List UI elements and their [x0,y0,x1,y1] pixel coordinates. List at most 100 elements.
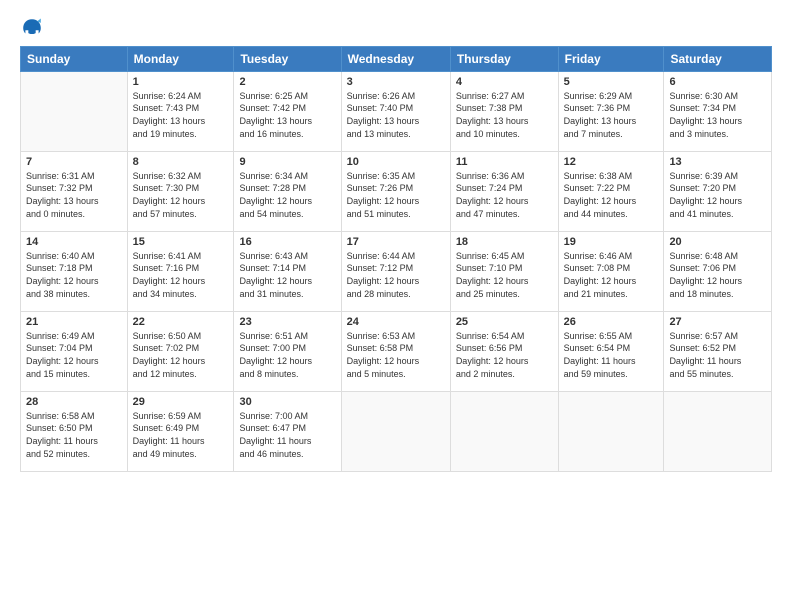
day-number: 6 [669,76,766,88]
calendar-day-cell: 23 Sunrise: 6:51 AM Sunset: 7:00 PM Dayli… [234,311,341,391]
calendar-day-cell: 22 Sunrise: 6:50 AM Sunset: 7:02 PM Dayli… [127,311,234,391]
day-info: Sunrise: 6:53 AM Sunset: 6:58 PM Dayligh… [347,330,445,380]
calendar-header-row: SundayMondayTuesdayWednesdayThursdayFrid… [21,46,772,71]
day-number: 12 [564,156,659,168]
day-info: Sunrise: 6:45 AM Sunset: 7:10 PM Dayligh… [456,250,553,300]
header [20,16,772,36]
day-info: Sunrise: 6:55 AM Sunset: 6:54 PM Dayligh… [564,330,659,380]
day-number: 27 [669,316,766,328]
day-info: Sunrise: 6:46 AM Sunset: 7:08 PM Dayligh… [564,250,659,300]
calendar-day-cell: 27 Sunrise: 6:57 AM Sunset: 6:52 PM Dayli… [664,311,772,391]
day-number: 20 [669,236,766,248]
calendar-day-cell: 16 Sunrise: 6:43 AM Sunset: 7:14 PM Dayli… [234,231,341,311]
day-number: 16 [239,236,335,248]
day-of-week-header: Friday [558,46,664,71]
day-info: Sunrise: 6:41 AM Sunset: 7:16 PM Dayligh… [133,250,229,300]
day-number: 8 [133,156,229,168]
day-number: 29 [133,396,229,408]
calendar-day-cell: 15 Sunrise: 6:41 AM Sunset: 7:16 PM Dayli… [127,231,234,311]
day-info: Sunrise: 6:51 AM Sunset: 7:00 PM Dayligh… [239,330,335,380]
day-number: 2 [239,76,335,88]
calendar-table: SundayMondayTuesdayWednesdayThursdayFrid… [20,46,772,472]
day-number: 19 [564,236,659,248]
day-number: 10 [347,156,445,168]
calendar-week-row: 28 Sunrise: 6:58 AM Sunset: 6:50 PM Dayli… [21,391,772,471]
day-number: 28 [26,396,122,408]
calendar-day-cell: 30 Sunrise: 7:00 AM Sunset: 6:47 PM Dayli… [234,391,341,471]
day-number: 23 [239,316,335,328]
day-of-week-header: Saturday [664,46,772,71]
day-of-week-header: Sunday [21,46,128,71]
calendar-day-cell: 9Sunrise: 6:34 AM Sunset: 7:28 PM Daylig… [234,151,341,231]
day-number: 5 [564,76,659,88]
day-info: Sunrise: 6:57 AM Sunset: 6:52 PM Dayligh… [669,330,766,380]
calendar-day-cell: 20 Sunrise: 6:48 AM Sunset: 7:06 PM Dayli… [664,231,772,311]
day-info: Sunrise: 6:36 AM Sunset: 7:24 PM Dayligh… [456,170,553,220]
day-of-week-header: Tuesday [234,46,341,71]
calendar-day-cell: 6 Sunrise: 6:30 AM Sunset: 7:34 PM Daylig… [664,71,772,151]
day-of-week-header: Wednesday [341,46,450,71]
day-number: 7 [26,156,122,168]
calendar-day-cell: 8 Sunrise: 6:32 AM Sunset: 7:30 PM Daylig… [127,151,234,231]
calendar-day-cell: 10 Sunrise: 6:35 AM Sunset: 7:26 PM Dayli… [341,151,450,231]
day-info: Sunrise: 6:38 AM Sunset: 7:22 PM Dayligh… [564,170,659,220]
day-info: Sunrise: 6:48 AM Sunset: 7:06 PM Dayligh… [669,250,766,300]
calendar-day-cell: 24 Sunrise: 6:53 AM Sunset: 6:58 PM Dayli… [341,311,450,391]
calendar-day-cell [664,391,772,471]
calendar-day-cell: 18 Sunrise: 6:45 AM Sunset: 7:10 PM Dayli… [450,231,558,311]
calendar-day-cell: 1 Sunrise: 6:24 AM Sunset: 7:43 PM Daylig… [127,71,234,151]
calendar-day-cell: 7Sunrise: 6:31 AM Sunset: 7:32 PM Daylig… [21,151,128,231]
calendar-day-cell: 3Sunrise: 6:26 AM Sunset: 7:40 PM Daylig… [341,71,450,151]
day-number: 17 [347,236,445,248]
calendar-day-cell: 17Sunrise: 6:44 AM Sunset: 7:12 PM Dayli… [341,231,450,311]
page: SundayMondayTuesdayWednesdayThursdayFrid… [0,0,792,612]
calendar-day-cell: 13 Sunrise: 6:39 AM Sunset: 7:20 PM Dayli… [664,151,772,231]
day-number: 1 [133,76,229,88]
day-number: 21 [26,316,122,328]
day-info: Sunrise: 6:49 AM Sunset: 7:04 PM Dayligh… [26,330,122,380]
day-info: Sunrise: 6:27 AM Sunset: 7:38 PM Dayligh… [456,90,553,140]
calendar-day-cell [450,391,558,471]
day-info: Sunrise: 6:39 AM Sunset: 7:20 PM Dayligh… [669,170,766,220]
day-number: 18 [456,236,553,248]
day-info: Sunrise: 6:58 AM Sunset: 6:50 PM Dayligh… [26,410,122,460]
calendar-week-row: 1 Sunrise: 6:24 AM Sunset: 7:43 PM Daylig… [21,71,772,151]
calendar-day-cell: 5Sunrise: 6:29 AM Sunset: 7:36 PM Daylig… [558,71,664,151]
day-info: Sunrise: 6:30 AM Sunset: 7:34 PM Dayligh… [669,90,766,140]
calendar-day-cell: 12 Sunrise: 6:38 AM Sunset: 7:22 PM Dayli… [558,151,664,231]
day-info: Sunrise: 7:00 AM Sunset: 6:47 PM Dayligh… [239,410,335,460]
day-of-week-header: Thursday [450,46,558,71]
day-info: Sunrise: 6:24 AM Sunset: 7:43 PM Dayligh… [133,90,229,140]
logo [20,16,45,36]
day-number: 3 [347,76,445,88]
calendar-week-row: 7Sunrise: 6:31 AM Sunset: 7:32 PM Daylig… [21,151,772,231]
day-number: 11 [456,156,553,168]
calendar-day-cell: 19 Sunrise: 6:46 AM Sunset: 7:08 PM Dayli… [558,231,664,311]
day-number: 4 [456,76,553,88]
day-info: Sunrise: 6:32 AM Sunset: 7:30 PM Dayligh… [133,170,229,220]
day-number: 30 [239,396,335,408]
calendar-day-cell: 29 Sunrise: 6:59 AM Sunset: 6:49 PM Dayli… [127,391,234,471]
calendar-day-cell: 25 Sunrise: 6:54 AM Sunset: 6:56 PM Dayli… [450,311,558,391]
day-number: 9 [239,156,335,168]
day-info: Sunrise: 6:50 AM Sunset: 7:02 PM Dayligh… [133,330,229,380]
calendar-day-cell: 26Sunrise: 6:55 AM Sunset: 6:54 PM Dayli… [558,311,664,391]
calendar-day-cell: 14 Sunrise: 6:40 AM Sunset: 7:18 PM Dayli… [21,231,128,311]
calendar-day-cell: 4 Sunrise: 6:27 AM Sunset: 7:38 PM Daylig… [450,71,558,151]
day-info: Sunrise: 6:59 AM Sunset: 6:49 PM Dayligh… [133,410,229,460]
day-info: Sunrise: 6:54 AM Sunset: 6:56 PM Dayligh… [456,330,553,380]
calendar-day-cell: 21 Sunrise: 6:49 AM Sunset: 7:04 PM Dayli… [21,311,128,391]
day-number: 22 [133,316,229,328]
day-info: Sunrise: 6:43 AM Sunset: 7:14 PM Dayligh… [239,250,335,300]
day-number: 13 [669,156,766,168]
day-number: 24 [347,316,445,328]
day-number: 15 [133,236,229,248]
day-number: 25 [456,316,553,328]
calendar-day-cell: 11 Sunrise: 6:36 AM Sunset: 7:24 PM Dayli… [450,151,558,231]
calendar-week-row: 21 Sunrise: 6:49 AM Sunset: 7:04 PM Dayli… [21,311,772,391]
calendar-day-cell: 28 Sunrise: 6:58 AM Sunset: 6:50 PM Dayli… [21,391,128,471]
calendar-week-row: 14 Sunrise: 6:40 AM Sunset: 7:18 PM Dayli… [21,231,772,311]
day-number: 14 [26,236,122,248]
day-info: Sunrise: 6:40 AM Sunset: 7:18 PM Dayligh… [26,250,122,300]
day-info: Sunrise: 6:35 AM Sunset: 7:26 PM Dayligh… [347,170,445,220]
